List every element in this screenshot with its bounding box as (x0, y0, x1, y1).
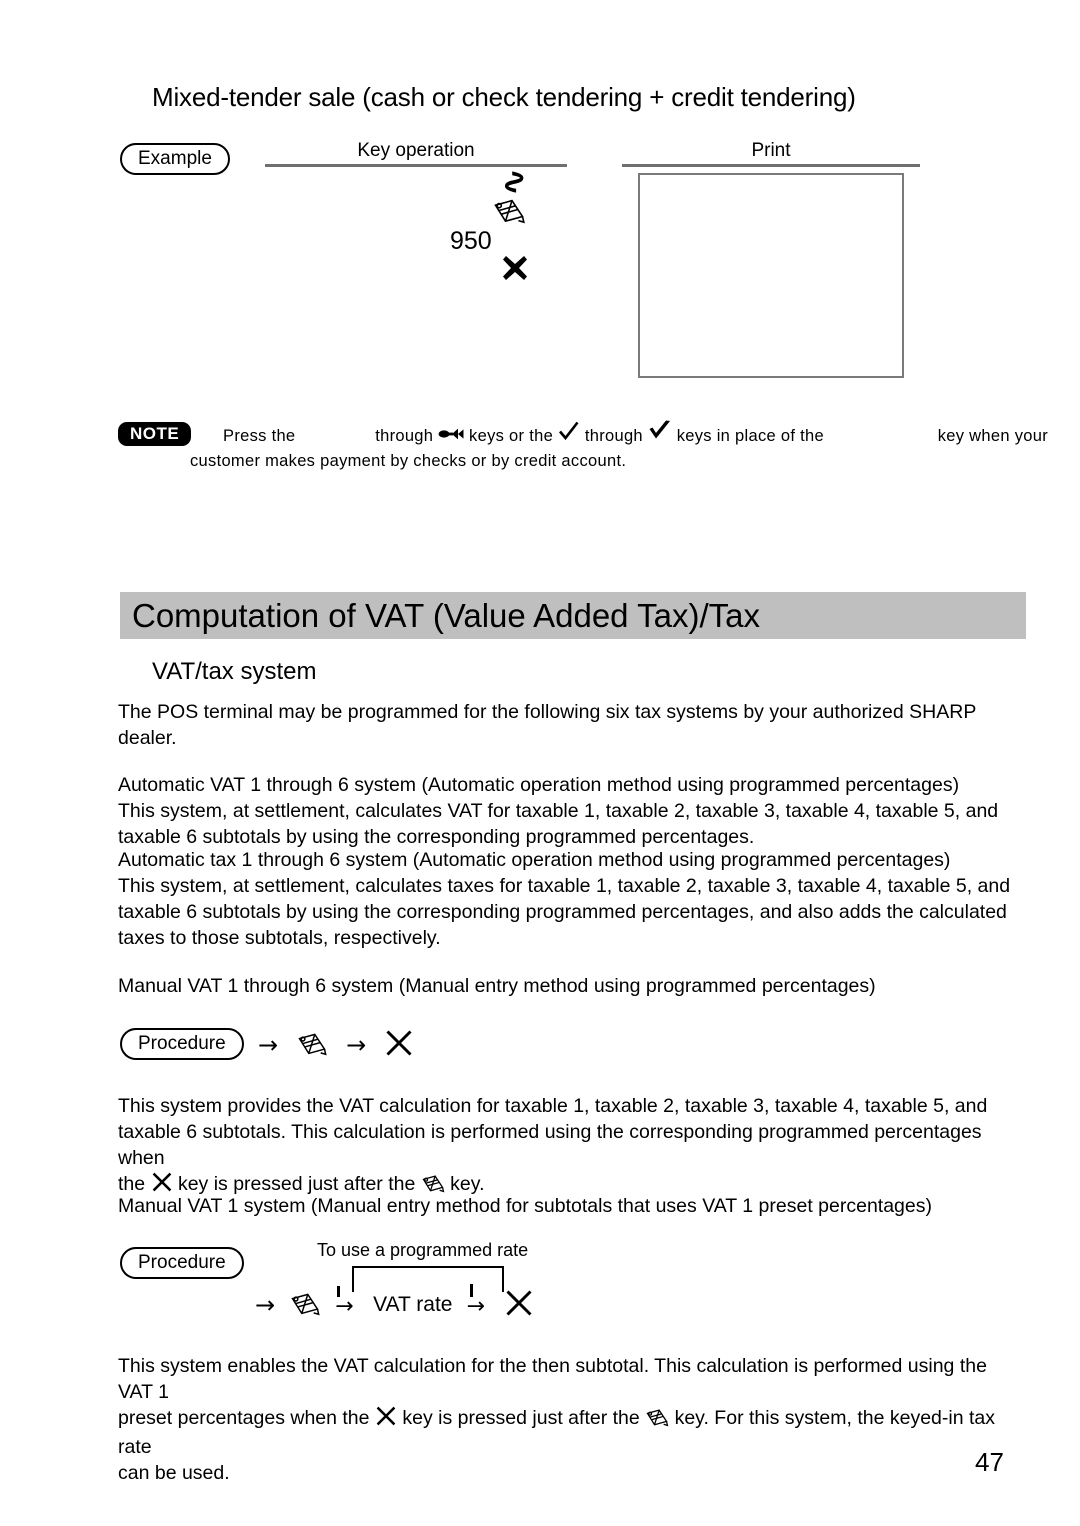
manual-vat6-line-3-c: key. (450, 1173, 485, 1195)
section-banner-computation-of-vat: Computation of VAT (Value Added Tax)/Tax (120, 592, 1026, 639)
arrow-right-icon: → (255, 1291, 276, 1319)
manual-vat1-line-2: preset percentages when the key is press… (118, 1405, 1024, 1460)
x-key-icon (375, 1406, 402, 1432)
paragraph-manual-vat6-body: This system provides the VAT calculation… (118, 1093, 1024, 1200)
manual-vat6-line-3-b: key is pressed just after the (177, 1173, 416, 1195)
procedure-2-row: → → VAT rate → (255, 1284, 534, 1323)
bypass-label: To use a programmed rate (317, 1240, 529, 1260)
paragraph-manual-vat1-body: This system enables the VAT calculation … (118, 1353, 1024, 1486)
print-rule (622, 164, 920, 167)
amount-value: 950 (450, 227, 492, 255)
procedure-sequence-2: To use a programmed rate → → VAT rate → (255, 1240, 585, 1330)
paragraph-auto-vat: Automatic VAT 1 through 6 system (Automa… (118, 772, 1024, 850)
manual-vat1-line-2-a: preset percentages when the (118, 1407, 370, 1429)
manual-vat6-line-2: taxable 6 subtotals. This calculation is… (118, 1121, 982, 1169)
procedure-sequence-1: → → (258, 1028, 414, 1062)
page-number: 47 (975, 1447, 1004, 1477)
auto-vat-line-1: This system, at settlement, calculates V… (118, 800, 999, 822)
manual-vat6-line-3-a: the (118, 1173, 146, 1195)
bold-x-key-icon (500, 253, 530, 288)
continuation-squiggle-icon: ∿ (494, 167, 535, 197)
note-text-4: through (584, 427, 643, 445)
paragraph-manual-vat1-heading: Manual VAT 1 system (Manual entry method… (118, 1193, 1024, 1219)
intro-text: The POS terminal may be programmed for t… (118, 701, 976, 749)
print-column-header: Print (622, 140, 920, 167)
example-label: Example (120, 143, 230, 175)
procedure-label-2: Procedure (120, 1247, 244, 1279)
manual-vat1-line-2-b: key is pressed just after the (402, 1407, 640, 1429)
auto-vat-heading: Automatic VAT 1 through 6 system (Automa… (118, 774, 960, 796)
print-header-text: Print (751, 140, 791, 161)
auto-tax-heading: Automatic tax 1 through 6 system (Automa… (118, 849, 951, 871)
manual-vat6-line-1: This system provides the VAT calculation… (118, 1095, 988, 1117)
note-block: NOTE Press the through keys or the throu… (118, 420, 1048, 471)
arrow-right-icon: → (346, 1031, 367, 1059)
arrow-right-hook-icon-right: → (466, 1284, 490, 1318)
banner-title: Computation of VAT (Value Added Tax)/Tax (132, 596, 760, 634)
paragraph-manual-vat6-heading: Manual VAT 1 through 6 system (Manual en… (118, 973, 1024, 999)
pencil-key-icon (645, 1409, 674, 1432)
note-text-6: key when your (937, 427, 1049, 445)
note-text-3: keys or the (469, 427, 554, 445)
print-receipt-box (638, 173, 904, 378)
manual-vat1-line-3: can be used. (118, 1462, 230, 1484)
note-line-2: customer makes payment by checks or by c… (190, 452, 627, 470)
check-bold-key-icon (648, 420, 672, 446)
note-text-1: Press the (223, 427, 296, 445)
note-badge: NOTE (118, 422, 192, 446)
pencil-key-icon (296, 1032, 328, 1059)
manual-vat1-heading: Manual VAT 1 system (Manual entry method… (118, 1195, 932, 1217)
subheading-vat-tax-system: VAT/tax system (152, 658, 317, 685)
manual-vat6-heading: Manual VAT 1 through 6 system (Manual en… (118, 975, 876, 997)
x-key-icon (384, 1028, 414, 1063)
key-operation-sequence: ∿ 950 (430, 165, 590, 295)
vat-rate-label: VAT rate (373, 1293, 453, 1316)
arrow-right-hook-icon-left: → (335, 1286, 359, 1318)
key-operation-column-header: Key operation (265, 140, 567, 167)
paragraph-auto-tax: Automatic tax 1 through 6 system (Automa… (118, 847, 1024, 951)
check-thin-key-icon (558, 421, 580, 446)
arrow-diamond-key-icon (438, 427, 464, 446)
manual-vat1-line-1: This system enables the VAT calculation … (118, 1355, 987, 1403)
note-line-1: NOTE Press the through keys or the throu… (118, 420, 1048, 446)
auto-tax-line-1: This system, at settlement, calculates t… (118, 875, 1011, 897)
note-text-2: through (375, 427, 434, 445)
paragraph-intro: The POS terminal may be programmed for t… (118, 699, 1024, 751)
procedure-label-1: Procedure (120, 1028, 244, 1060)
pencil-key-icon (492, 198, 526, 227)
section-title-mixed-tender: Mixed-tender sale (cash or check tenderi… (152, 82, 856, 112)
auto-tax-line-2: taxable 6 subtotals by using the corresp… (118, 901, 1007, 923)
arrow-right-icon: → (258, 1031, 279, 1059)
key-operation-header-text: Key operation (357, 140, 475, 161)
x-key-icon (504, 1288, 534, 1323)
note-text-5: keys in place of the (676, 427, 824, 445)
auto-tax-line-3: taxes to those subtotals, respectively. (118, 927, 441, 949)
pencil-key-icon (289, 1292, 321, 1319)
document-page: Mixed-tender sale (cash or check tenderi… (0, 0, 1080, 1526)
